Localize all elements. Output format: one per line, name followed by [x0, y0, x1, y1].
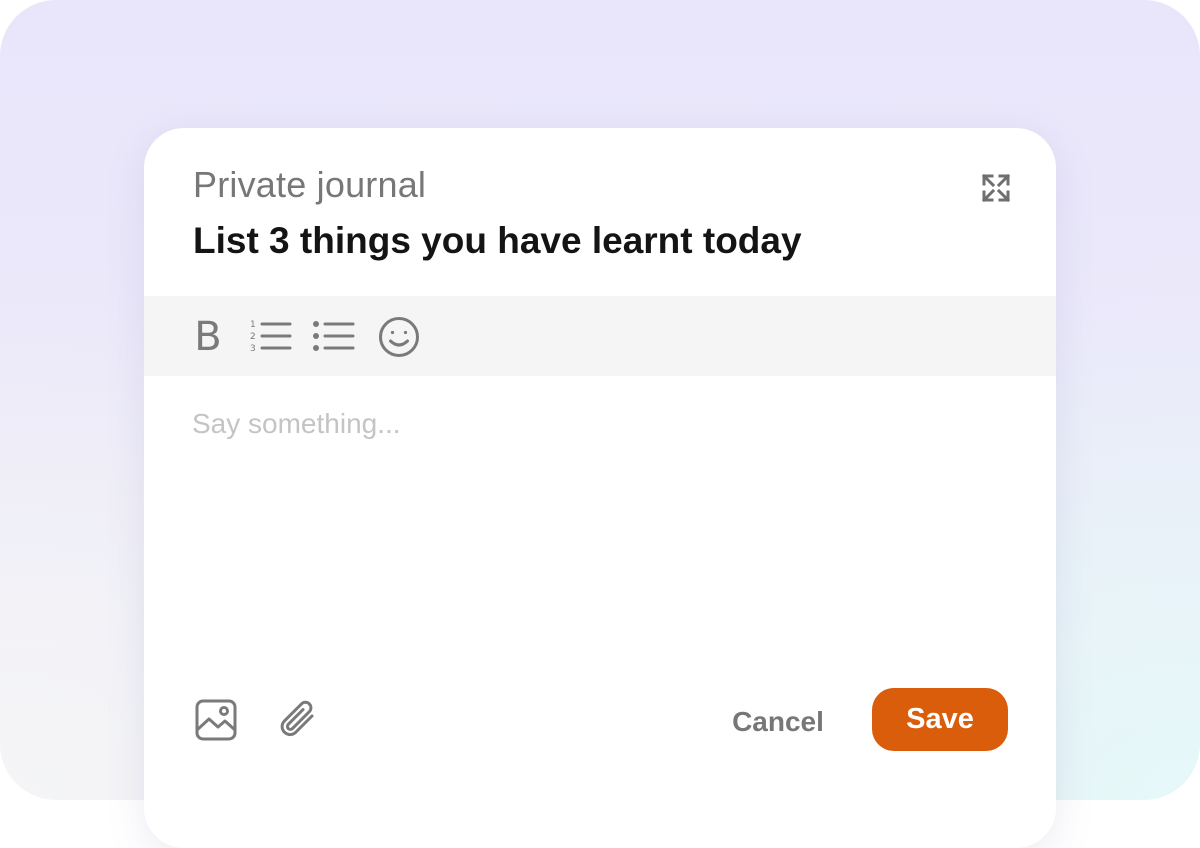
svg-text:2: 2 — [250, 332, 256, 342]
emoji-button[interactable] — [376, 314, 422, 360]
attach-file-button[interactable] — [274, 696, 322, 744]
save-button[interactable]: Save — [872, 688, 1008, 751]
image-icon — [195, 699, 237, 741]
journal-text-input[interactable] — [192, 408, 1008, 648]
bold-button[interactable]: B — [185, 314, 231, 360]
expand-button[interactable] — [976, 168, 1016, 208]
insert-image-button[interactable] — [192, 696, 240, 744]
journal-kicker: Private journal — [193, 164, 427, 205]
svg-text:1: 1 — [250, 320, 256, 330]
numbered-list-icon: 1 2 3 — [250, 320, 292, 354]
expand-arrows-icon — [981, 173, 1011, 203]
bold-icon: B — [194, 314, 222, 360]
bulleted-list-icon — [313, 321, 355, 351]
smiley-icon — [379, 317, 419, 357]
cancel-button[interactable]: Cancel — [716, 700, 840, 744]
journal-editor — [144, 376, 1056, 656]
journal-card: Private journal List 3 things you have l… — [144, 128, 1056, 848]
svg-text:3: 3 — [250, 344, 256, 354]
paperclip-icon — [280, 700, 314, 737]
numbered-list-button[interactable]: 1 2 3 — [247, 314, 293, 360]
bulleted-list-button[interactable] — [310, 314, 356, 360]
journal-prompt-title: List 3 things you have learnt today — [193, 220, 802, 261]
formatting-toolbar: B 1 2 3 — [144, 296, 1056, 376]
